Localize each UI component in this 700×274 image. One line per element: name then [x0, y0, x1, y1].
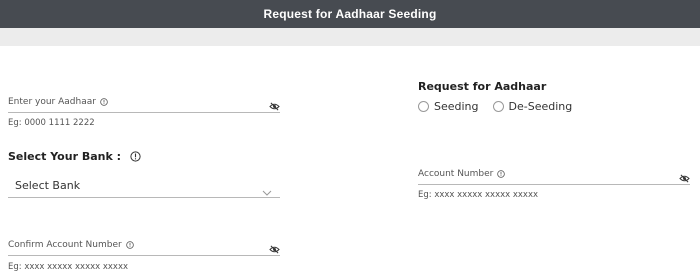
bank-label-text: Select Your Bank :: [8, 150, 122, 163]
confirm-account-hint: Eg: xxxx xxxxx xxxxx xxxxx: [8, 262, 129, 272]
info-icon[interactable]: [125, 240, 134, 249]
bank-select-value: Select Bank: [15, 179, 81, 192]
radio-de-seeding-circle[interactable]: [492, 101, 504, 112]
request-type-title: Request for Aadhaar: [418, 80, 547, 93]
confirm-account-label: Confirm Account Number: [8, 240, 134, 250]
confirm-account-placeholder: Confirm Account Number: [8, 239, 122, 250]
aadhaar-input-label: Enter your Aadhaar: [8, 97, 108, 107]
account-number-label: Account Number: [418, 168, 506, 179]
radio-seeding-circle[interactable]: [418, 101, 429, 112]
aadhaar-input[interactable]: Enter your Aadhaar: [8, 91, 280, 113]
radio-seeding-label: Seeding: [434, 100, 479, 113]
subheader-bar: [0, 28, 700, 46]
bank-select[interactable]: Select Bank: [8, 174, 280, 198]
radio-de-seeding-label: De-Seeding: [508, 100, 573, 113]
eye-slash-icon[interactable]: [679, 168, 690, 187]
aadhaar-hint: Eg: 0000 1111 2222: [8, 118, 95, 128]
account-number-input[interactable]: Account Number: [418, 163, 690, 185]
page-header: Request for Aadhaar Seeding: [0, 0, 700, 28]
radio-de-seeding[interactable]: De-Seeding: [492, 100, 573, 113]
info-icon[interactable]: [100, 97, 108, 106]
account-number-placeholder: Account Number: [418, 168, 494, 179]
radio-seeding[interactable]: Seeding: [418, 100, 479, 113]
chevron-down-icon: [262, 181, 272, 200]
info-icon[interactable]: [130, 151, 141, 162]
bank-label: Select Your Bank :: [8, 150, 141, 163]
request-type-radio-group: Seeding De-Seeding: [418, 100, 586, 113]
aadhaar-placeholder: Enter your Aadhaar: [8, 96, 96, 107]
info-icon[interactable]: [497, 169, 506, 178]
page-title: Request for Aadhaar Seeding: [263, 7, 437, 21]
confirm-account-input[interactable]: Confirm Account Number: [8, 234, 280, 256]
account-number-hint: Eg: xxxx xxxxx xxxxx xxxxx: [418, 190, 539, 200]
eye-slash-icon[interactable]: [269, 239, 280, 258]
eye-slash-icon[interactable]: [269, 96, 280, 115]
